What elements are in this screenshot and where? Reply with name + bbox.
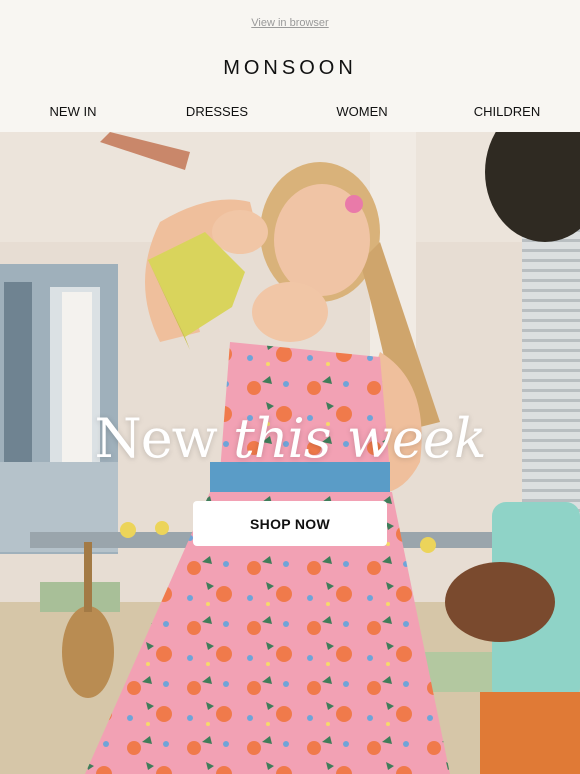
nav-item-dresses[interactable]: DRESSES bbox=[186, 104, 248, 119]
main-nav: NEW IN DRESSES WOMEN CHILDREN bbox=[0, 104, 580, 120]
email-header: View in browser MONSOON NEW IN DRESSES W… bbox=[0, 0, 580, 132]
headline-this-week: this week bbox=[233, 407, 486, 470]
brand-logo[interactable]: MONSOON bbox=[0, 57, 580, 80]
view-in-browser-link[interactable]: View in browser bbox=[0, 17, 580, 29]
headline-word-new: New bbox=[94, 407, 217, 470]
hero-banner[interactable]: New this week SHOP NOW bbox=[0, 132, 580, 774]
nav-item-new-in[interactable]: NEW IN bbox=[50, 104, 97, 119]
hero-headline: New this week bbox=[0, 412, 580, 466]
nav-item-women[interactable]: WOMEN bbox=[336, 104, 387, 119]
nav-item-children[interactable]: CHILDREN bbox=[474, 104, 540, 119]
shop-now-button[interactable]: SHOP NOW bbox=[193, 501, 387, 546]
